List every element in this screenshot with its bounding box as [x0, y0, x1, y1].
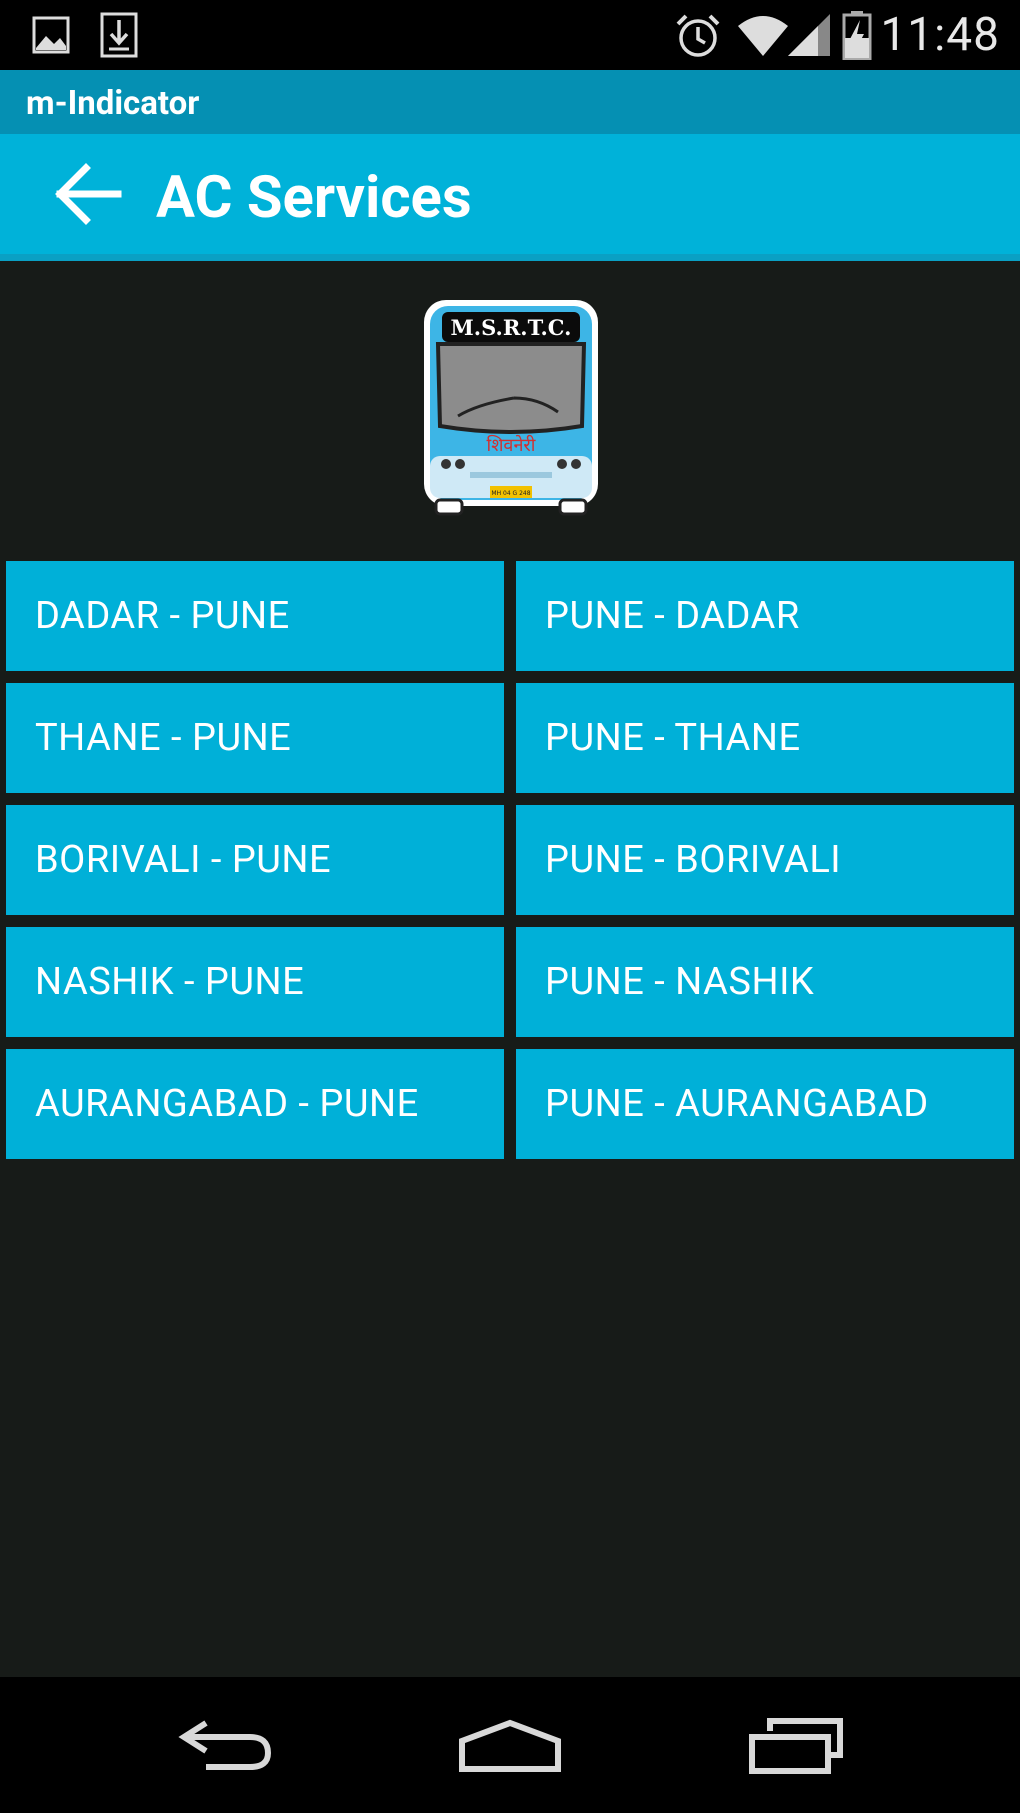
route-button-nashik-pune[interactable]: NASHIK - PUNE: [6, 927, 504, 1037]
status-time: 11:48: [880, 8, 1000, 62]
svg-text:M.S.R.T.C.: M.S.R.T.C.: [451, 315, 572, 340]
route-button-thane-pune[interactable]: THANE - PUNE: [6, 683, 504, 793]
svg-text:शिवनेरी: शिवनेरी: [487, 434, 536, 456]
route-button-pune-aurangabad[interactable]: PUNE - AURANGABAD: [516, 1049, 1014, 1159]
download-icon: [100, 12, 138, 62]
app-name: m-Indicator: [26, 84, 200, 123]
home-nav-icon[interactable]: [456, 1717, 564, 1781]
navigation-bar: [0, 1677, 1020, 1813]
route-button-pune-dadar[interactable]: PUNE - DADAR: [516, 561, 1014, 671]
route-button-dadar-pune[interactable]: DADAR - PUNE: [6, 561, 504, 671]
back-arrow-icon[interactable]: [52, 162, 126, 226]
alarm-icon: [674, 12, 722, 64]
route-button-pune-nashik[interactable]: PUNE - NASHIK: [516, 927, 1014, 1037]
route-button-pune-borivali[interactable]: PUNE - BORIVALI: [516, 805, 1014, 915]
msrtc-bus-logo: M.S.R.T.C. शिवनेरी MH 04 G 248: [418, 296, 604, 518]
recents-nav-icon[interactable]: [746, 1715, 846, 1779]
svg-text:MH 04 G 248: MH 04 G 248: [491, 490, 530, 497]
wifi-icon: [736, 12, 790, 62]
action-bar: AC Services: [0, 134, 1020, 254]
route-button-aurangabad-pune[interactable]: AURANGABAD - PUNE: [6, 1049, 504, 1159]
status-bar: 11:48: [0, 0, 1020, 70]
app-name-bar: m-Indicator: [0, 70, 1020, 134]
route-grid: DADAR - PUNE PUNE - DADAR THANE - PUNE P…: [6, 561, 1014, 1159]
battery-charging-icon: [842, 10, 872, 64]
signal-icon: [786, 12, 832, 62]
route-button-borivali-pune[interactable]: BORIVALI - PUNE: [6, 805, 504, 915]
route-button-pune-thane[interactable]: PUNE - THANE: [516, 683, 1014, 793]
image-icon: [32, 16, 70, 58]
page-title: AC Services: [156, 164, 472, 232]
action-bar-divider: [0, 254, 1020, 261]
back-nav-icon[interactable]: [176, 1715, 276, 1779]
